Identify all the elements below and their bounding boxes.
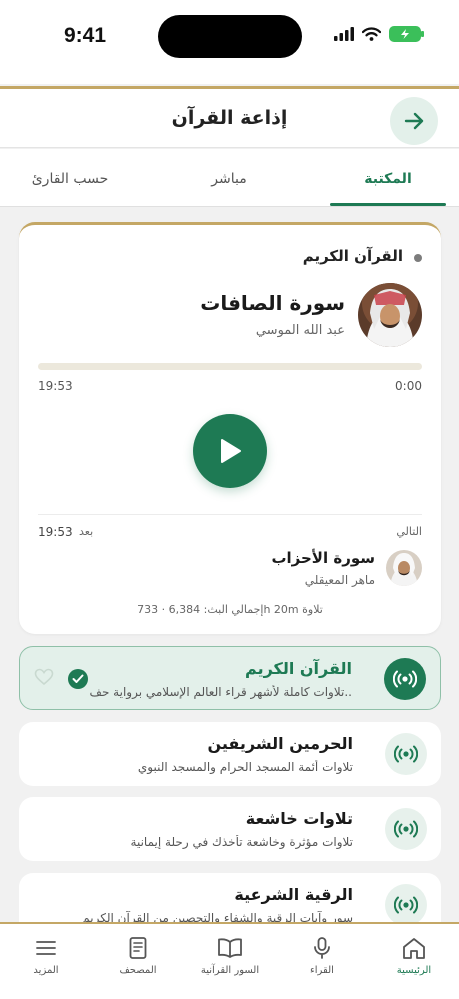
next-after-label: بعد	[79, 525, 94, 538]
station-item-khashiah[interactable]: تلاوات خاشعة تلاوات مؤثرة وخاشعة تأخذك ف…	[19, 797, 441, 861]
nav-label: القراء	[310, 965, 334, 976]
station-title: الرقية الشرعية	[234, 885, 353, 904]
station-title: القرآن الكريم	[245, 659, 352, 678]
total-time: 19:53	[38, 379, 73, 393]
wifi-icon	[362, 27, 381, 41]
battery-charging-icon	[389, 26, 424, 42]
play-button[interactable]	[193, 414, 267, 488]
heart-icon[interactable]	[34, 668, 54, 686]
next-reciter-name: ماهر المعيقلي	[304, 573, 375, 587]
card-divider	[38, 514, 422, 515]
radio-broadcast-icon	[385, 884, 427, 926]
tab-live[interactable]: مباشر	[169, 171, 289, 187]
status-bar: 9:41	[0, 0, 459, 84]
station-item-quran[interactable]: القرآن الكريم تلاوات كاملة لأشهر قراء ال…	[19, 646, 441, 710]
reciter-avatar	[358, 283, 422, 347]
nav-reciters[interactable]: القراء	[282, 936, 362, 976]
playback-progress-bar[interactable]	[38, 363, 422, 370]
tab-by-reciter[interactable]: حسب القارئ	[10, 171, 130, 187]
current-station-name: القرآن الكريم	[302, 247, 403, 265]
elapsed-time: 0:00	[395, 379, 422, 393]
broadcast-totals: إجمالي البث: 6,384 · 733h 20m تلاوة	[137, 603, 323, 616]
nav-surahs[interactable]: السور القرآنية	[190, 936, 270, 976]
radio-broadcast-icon	[385, 733, 427, 775]
now-playing-card: القرآن الكريم سورة الصافات عبد الله المو…	[19, 222, 441, 634]
check-icon	[68, 669, 88, 689]
dynamic-island	[158, 15, 302, 58]
bottom-navigation: الرئيسية القراء السور القرآنية المصحف ال…	[0, 922, 459, 999]
station-title: الحرمين الشريفين	[207, 734, 353, 753]
station-item-haramain[interactable]: الحرمين الشريفين تلاوات أئمة المسجد الحر…	[19, 722, 441, 786]
station-description: تلاوات مؤثرة وخاشعة تأخذك في رحلة إيماني…	[130, 835, 353, 849]
status-icons	[334, 26, 424, 42]
play-icon	[221, 439, 241, 463]
active-tab-indicator	[330, 203, 446, 206]
radio-broadcast-icon	[385, 808, 427, 850]
station-description: تلاوات كاملة لأشهر قراء العالم الإسلامي …	[89, 685, 352, 699]
signal-icon	[334, 27, 354, 41]
nav-mushaf[interactable]: المصحف	[98, 936, 178, 976]
mushaf-icon	[129, 937, 147, 959]
station-description: تلاوات أئمة المسجد الحرام والمسجد النبوي	[137, 760, 353, 774]
arrow-right-icon	[404, 112, 424, 130]
nav-home[interactable]: الرئيسية	[374, 936, 454, 976]
microphone-icon	[314, 937, 330, 959]
open-book-icon	[218, 938, 242, 958]
current-reciter-name: عبد الله الموسي	[255, 323, 345, 338]
home-icon	[403, 938, 425, 959]
app-header: إذاعة القرآن	[0, 86, 459, 148]
menu-icon	[36, 941, 56, 955]
back-button[interactable]	[390, 97, 438, 145]
tab-library[interactable]: المكتبة	[328, 171, 448, 187]
nav-more[interactable]: المزيد	[6, 936, 86, 976]
nav-label: المزيد	[33, 965, 59, 976]
live-indicator-dot	[414, 254, 422, 262]
radio-broadcast-icon	[384, 658, 426, 700]
nav-label: السور القرآنية	[200, 965, 260, 976]
status-time: 9:41	[64, 24, 107, 47]
next-surah-title: سورة الأحزاب	[271, 549, 375, 567]
tab-bar: المكتبة مباشر حسب القارئ	[0, 149, 459, 207]
station-title: تلاوات خاشعة	[245, 809, 353, 828]
next-up-time: 19:53	[38, 525, 73, 539]
next-reciter-avatar	[386, 550, 422, 586]
nav-label: المصحف	[119, 965, 157, 976]
next-up-label: التالي	[396, 525, 422, 538]
current-surah-title: سورة الصافات	[200, 291, 345, 315]
nav-label: الرئيسية	[396, 965, 432, 976]
